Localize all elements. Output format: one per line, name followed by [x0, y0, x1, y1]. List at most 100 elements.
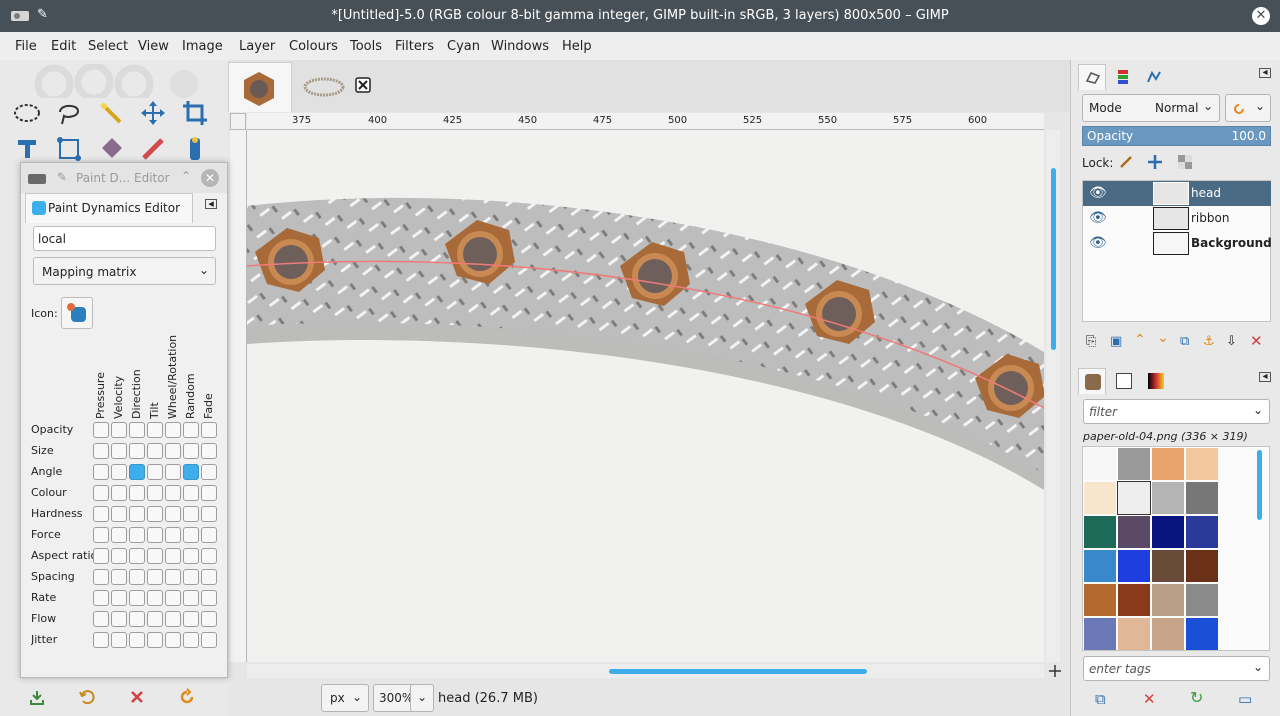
matrix-checkbox[interactable] — [183, 485, 199, 501]
navigate-icon[interactable] — [1048, 664, 1062, 678]
unit-select[interactable]: px ⌄ — [321, 684, 369, 712]
matrix-checkbox[interactable] — [165, 548, 181, 564]
pattern-swatch[interactable] — [1084, 516, 1116, 548]
refresh-icon[interactable] — [178, 688, 196, 706]
patterns-scroll-thumb[interactable] — [1257, 450, 1262, 520]
pattern-swatch[interactable] — [1118, 516, 1150, 548]
matrix-checkbox[interactable] — [201, 422, 217, 438]
matrix-checkbox[interactable] — [147, 590, 163, 606]
bucket-fill-icon[interactable] — [96, 134, 126, 164]
pattern-swatch[interactable] — [1084, 618, 1116, 650]
matrix-checkbox[interactable] — [111, 590, 127, 606]
matrix-checkbox[interactable] — [111, 485, 127, 501]
matrix-checkbox[interactable] — [93, 569, 109, 585]
menu-windows[interactable]: Windows — [491, 39, 549, 54]
pattern-swatch[interactable] — [1118, 550, 1150, 582]
dynamics-name-field[interactable]: local — [33, 226, 216, 251]
horizontal-scroll-thumb[interactable] — [609, 669, 867, 674]
pattern-swatch[interactable] — [1152, 618, 1184, 650]
matrix-checkbox[interactable] — [147, 548, 163, 564]
matrix-checkbox[interactable] — [201, 527, 217, 543]
pin-icon[interactable]: ✎ — [57, 170, 67, 184]
matrix-checkbox[interactable] — [165, 422, 181, 438]
matrix-checkbox[interactable] — [201, 611, 217, 627]
tab-menu-icon[interactable]: ◂ — [1259, 68, 1271, 78]
matrix-checkbox[interactable] — [183, 569, 199, 585]
matrix-checkbox[interactable] — [93, 590, 109, 606]
matrix-checkbox[interactable] — [183, 527, 199, 543]
matrix-checkbox[interactable] — [111, 611, 127, 627]
image-tab-ribbon[interactable] — [292, 62, 356, 112]
matrix-checkbox[interactable] — [183, 548, 199, 564]
matrix-checkbox[interactable] — [147, 632, 163, 648]
matrix-checkbox[interactable] — [147, 611, 163, 627]
revert-icon[interactable] — [78, 688, 96, 706]
matrix-checkbox[interactable] — [111, 443, 127, 459]
tab-gradients[interactable] — [1142, 368, 1170, 394]
lock-position-icon[interactable] — [1147, 154, 1163, 170]
matrix-checkbox[interactable] — [147, 506, 163, 522]
clone-icon[interactable] — [180, 134, 210, 164]
pattern-swatch[interactable] — [1118, 584, 1150, 616]
matrix-checkbox[interactable] — [201, 464, 217, 480]
pattern-swatch[interactable] — [1084, 584, 1116, 616]
matrix-checkbox[interactable] — [147, 527, 163, 543]
menu-colours[interactable]: Colours — [289, 39, 338, 54]
menu-edit[interactable]: Edit — [51, 39, 76, 54]
matrix-checkbox[interactable] — [201, 506, 217, 522]
pattern-swatch[interactable] — [1152, 482, 1184, 514]
matrix-checkbox[interactable] — [93, 527, 109, 543]
pattern-swatch[interactable] — [1152, 448, 1184, 480]
matrix-checkbox[interactable] — [183, 506, 199, 522]
tab-layers[interactable] — [1078, 64, 1106, 90]
matrix-checkbox[interactable] — [129, 590, 145, 606]
matrix-checkbox[interactable] — [165, 485, 181, 501]
menu-image[interactable]: Image — [182, 39, 223, 54]
vertical-scrollbar[interactable] — [1046, 130, 1060, 662]
refresh-patterns-icon[interactable]: ↻ — [1190, 688, 1203, 707]
new-layer-icon[interactable]: ⎘ — [1086, 334, 1096, 349]
mode-select[interactable]: Mapping matrix ⌄ — [33, 257, 216, 285]
duplicate-layer-icon[interactable]: ⧉ — [1180, 334, 1189, 349]
layer-composite-select[interactable]: ⌄ — [1225, 94, 1271, 122]
lower-layer-icon[interactable]: ⌄ — [1157, 330, 1169, 346]
raise-layer-icon[interactable]: ⌃ — [1134, 332, 1146, 348]
pattern-swatch[interactable] — [1084, 448, 1116, 480]
pattern-swatch[interactable] — [1186, 550, 1218, 582]
matrix-checkbox[interactable] — [165, 443, 181, 459]
matrix-checkbox[interactable] — [129, 548, 145, 564]
matrix-checkbox[interactable] — [183, 464, 199, 480]
matrix-checkbox[interactable] — [111, 464, 127, 480]
matrix-checkbox[interactable] — [147, 464, 163, 480]
matrix-checkbox[interactable] — [201, 548, 217, 564]
matrix-checkbox[interactable] — [183, 632, 199, 648]
pattern-swatch[interactable] — [1186, 618, 1218, 650]
matrix-checkbox[interactable] — [165, 569, 181, 585]
matrix-checkbox[interactable] — [165, 632, 181, 648]
image-tab-head[interactable] — [228, 62, 292, 112]
pattern-swatch[interactable] — [1186, 516, 1218, 548]
delete-pattern-icon[interactable]: ✕ — [1143, 690, 1156, 708]
lock-pixels-icon[interactable] — [1118, 154, 1134, 170]
opacity-slider[interactable]: Opacity 100.0 — [1082, 126, 1271, 146]
menu-view[interactable]: View — [138, 39, 169, 54]
matrix-checkbox[interactable] — [111, 569, 127, 585]
lock-alpha-icon[interactable] — [1177, 154, 1193, 170]
matrix-checkbox[interactable] — [111, 632, 127, 648]
matrix-checkbox[interactable] — [129, 464, 145, 480]
matrix-checkbox[interactable] — [129, 506, 145, 522]
matrix-checkbox[interactable] — [165, 611, 181, 627]
chevron-up-icon[interactable]: ⌃ — [181, 169, 191, 183]
pattern-swatch[interactable] — [1152, 584, 1184, 616]
eye-icon[interactable]: 👁 — [1089, 210, 1107, 226]
tab-menu-icon[interactable]: ◂ — [1259, 372, 1271, 382]
matrix-checkbox[interactable] — [129, 611, 145, 627]
tab-patterns[interactable] — [1078, 368, 1106, 394]
matrix-checkbox[interactable] — [165, 590, 181, 606]
matrix-checkbox[interactable] — [93, 422, 109, 438]
anchor-layer-icon[interactable]: ⚓ — [1203, 334, 1215, 349]
filter-input[interactable]: filter ⌄ — [1083, 399, 1270, 424]
tab-channels[interactable] — [1109, 64, 1137, 90]
tags-input[interactable]: enter tags ⌄ — [1083, 656, 1270, 681]
matrix-checkbox[interactable] — [93, 464, 109, 480]
